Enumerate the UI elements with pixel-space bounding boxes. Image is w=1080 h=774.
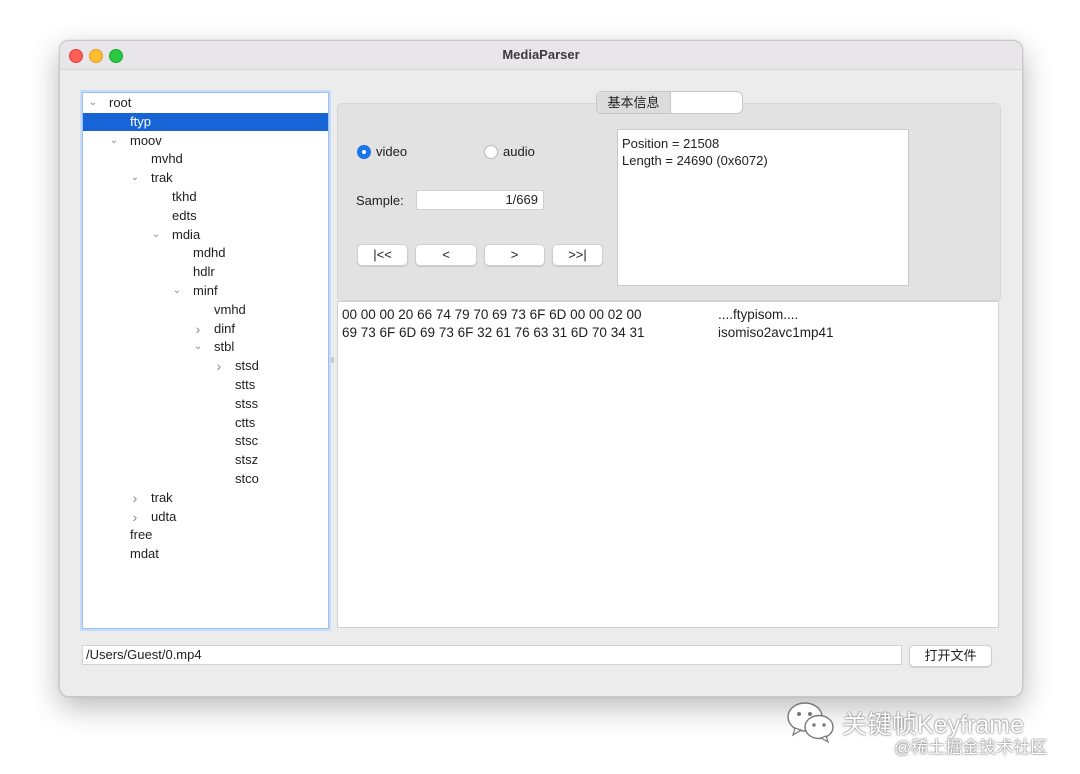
tab-empty[interactable] [671,92,742,113]
next-sample-button[interactable]: > [484,244,545,266]
video-radio-label[interactable]: video [376,144,407,159]
chevron-down-icon[interactable]: ⌄ [172,282,182,300]
tree-node[interactable]: stts [83,376,328,394]
hex-view[interactable]: 00 00 00 20 66 74 79 70 69 73 6F 6D 00 0… [337,301,999,628]
splitter-handle[interactable] [331,357,334,363]
tree-node[interactable]: tkhd [83,188,328,206]
tree-node[interactable]: mdhd [83,244,328,262]
tree-node-label: trak [151,170,173,186]
length-text: Length = 24690 (0x6072) [622,153,768,168]
chevron-right-icon[interactable]: › [130,508,140,526]
tree-node[interactable]: ctts [83,414,328,432]
tree-node[interactable]: ⌄ minf [83,282,328,300]
info-text-box[interactable]: Position = 21508 Length = 24690 (0x6072) [617,129,909,286]
watermark-subtitle: @稀土掘金技术社区 [894,738,1048,757]
title-bar: MediaParser [60,41,1022,70]
tree-node[interactable]: ⌄ trak [83,169,328,187]
tree-node[interactable]: › dinf [83,320,328,338]
app-window: MediaParser ⌄ root ftyp ⌄ moov mvhd ⌄ trak tkhd e… [59,40,1023,697]
file-path-field[interactable]: /Users/Guest/0.mp4 [82,645,902,665]
tree-node[interactable]: hdlr [83,263,328,281]
audio-radio[interactable] [484,145,498,159]
chevron-right-icon[interactable]: › [130,489,140,507]
tree-node-label: stss [235,395,259,411]
chevron-down-icon[interactable]: ⌄ [151,226,161,244]
tree-node-label: vmhd [214,301,246,317]
tree-node-label: free [130,527,153,543]
tree-node-label: tkhd [172,189,197,204]
tree-node-label: moov [130,132,162,148]
tree-node-label: stsd [235,358,259,374]
window-title: MediaParser [502,47,580,62]
prev-sample-button[interactable]: < [415,244,477,266]
tree-node-label: stts [235,377,256,392]
tree-node[interactable]: stsc [83,432,328,450]
tab-bar: 基本信息 [596,91,743,114]
tree-node-label: mvhd [151,151,183,167]
chevron-down-icon[interactable]: ⌄ [193,338,203,356]
tree-node[interactable]: › trak [83,489,328,507]
tree-node[interactable]: › udta [83,508,328,526]
tree-node[interactable]: mdat [83,545,328,563]
tree-node[interactable]: edts [83,207,328,225]
wechat-icon [787,702,834,744]
tree-node[interactable]: stss [83,395,328,413]
sample-label: Sample: [356,193,404,208]
chevron-down-icon[interactable]: ⌄ [109,132,119,150]
tree-node[interactable]: mvhd [83,150,328,168]
tree-node[interactable]: stsz [83,451,328,469]
tree-node-label: mdhd [193,245,226,261]
position-text: Position = 21508 [622,136,720,151]
tree-node-label: root [109,95,132,110]
hex-bytes: 00 00 00 20 66 74 79 70 69 73 6F 6D 00 0… [342,307,642,322]
chevron-down-icon[interactable]: ⌄ [88,94,98,112]
video-radio[interactable] [357,145,371,159]
tree-node-label: ftyp [130,113,151,129]
last-sample-button[interactable]: >>| [552,244,603,266]
tree-node[interactable]: ftyp [83,112,328,131]
tree-node-label: mdia [172,226,201,242]
hex-ascii: ....ftypisom.... [718,307,799,322]
tree-node-label: stsc [235,433,259,449]
first-sample-button[interactable]: |<< [357,244,408,266]
tree-node[interactable]: stco [83,470,328,488]
open-file-button[interactable]: 打开文件 [909,645,992,667]
tree-node-label: udta [151,508,177,524]
tree-node[interactable]: ⌄ mdia [83,226,328,244]
tree-node[interactable]: vmhd [83,301,328,319]
tree-node[interactable]: ⌄ root [83,94,328,112]
tree-node[interactable]: › stsd [83,357,328,375]
audio-radio-label[interactable]: audio [503,144,535,159]
box-tree-view[interactable]: ⌄ root ftyp ⌄ moov mvhd ⌄ trak tkhd edts ⌄ mdia mdhd… [82,92,329,629]
tree-node-label: dinf [214,320,235,336]
hex-ascii: isomiso2avc1mp41 [718,325,834,340]
tree-node-label: minf [193,283,218,298]
tab-basic-info[interactable]: 基本信息 [597,92,671,113]
chevron-right-icon[interactable]: › [193,320,203,338]
tree-node-label: stsz [235,452,259,468]
chevron-down-icon[interactable]: ⌄ [130,169,140,187]
tree-node-label: stco [235,471,259,486]
tree-node-label: mdat [130,546,159,562]
tree-node-label: ctts [235,414,256,430]
chevron-right-icon[interactable]: › [214,357,224,375]
hex-bytes: 69 73 6F 6D 69 73 6F 32 61 76 63 31 6D 7… [342,325,645,340]
tree-node[interactable]: ⌄ moov [83,132,328,150]
tree-node[interactable]: free [83,526,328,544]
tree-node-label: stbl [214,339,235,355]
tree-node-label: trak [151,489,173,505]
sample-input[interactable]: 1/669 [416,190,544,210]
tree-node-label: edts [172,207,197,223]
tree-node-label: hdlr [193,264,215,280]
tree-node[interactable]: ⌄ stbl [83,338,328,356]
